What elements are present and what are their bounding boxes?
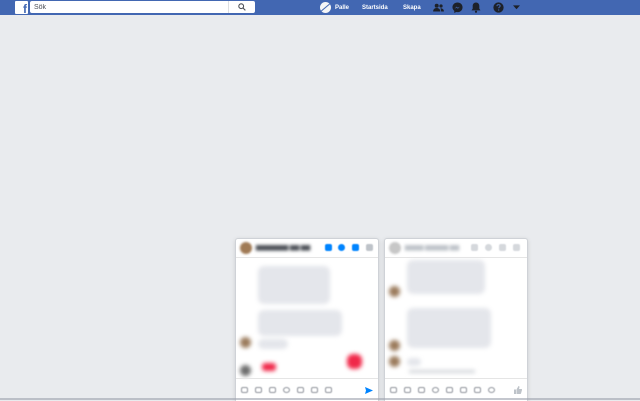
gif-icon[interactable]	[418, 387, 425, 393]
sender-avatar	[389, 286, 400, 297]
attach-icon[interactable]	[460, 387, 467, 393]
like-icon[interactable]	[514, 386, 522, 394]
top-navigation-bar: f Palle Startsida Skapa	[0, 0, 640, 15]
sender-avatar	[389, 356, 400, 367]
video-call-icon[interactable]	[325, 244, 332, 251]
chat-header[interactable]: ▆▆▆▆▆▆▆ ▆▆ ▆▆	[236, 239, 378, 258]
friend-requests-button[interactable]	[433, 2, 444, 13]
create-link[interactable]: Skapa	[403, 0, 421, 15]
account-menu-button[interactable]	[511, 2, 522, 13]
message-bubble	[407, 358, 421, 366]
sticker-icon[interactable]	[255, 387, 262, 393]
close-icon[interactable]	[513, 244, 520, 251]
chat-contact-name: ▆▆▆▆▆▆▆ ▆▆ ▆▆	[256, 245, 311, 251]
settings-icon[interactable]	[352, 244, 359, 251]
video-call-icon[interactable]	[471, 244, 478, 251]
chevron-down-icon	[513, 5, 520, 10]
chat-contact-name: ▆▆▆▆ ▆▆▆▆▆ ▆▆	[405, 245, 460, 251]
seen-indicator	[409, 370, 475, 373]
emoji-icon[interactable]	[283, 387, 290, 393]
message-thread	[236, 258, 378, 376]
messenger-button[interactable]	[452, 2, 463, 13]
heart-reaction	[347, 354, 362, 369]
message-bubble	[258, 310, 342, 336]
search-box	[30, 1, 255, 13]
facebook-logo[interactable]: f	[15, 1, 28, 15]
gif-icon[interactable]	[269, 387, 276, 393]
settings-icon[interactable]	[499, 244, 506, 251]
message-bubble	[258, 266, 330, 304]
send-icon[interactable]	[365, 387, 373, 394]
avatar	[320, 2, 331, 13]
chat-contact-avatar	[389, 242, 401, 254]
voice-call-icon[interactable]	[485, 244, 492, 251]
message-bubble	[258, 339, 288, 349]
create-label: Skapa	[403, 4, 421, 11]
notifications-button[interactable]	[470, 2, 481, 13]
help-button[interactable]	[493, 2, 504, 13]
notifications-icon	[471, 2, 480, 13]
chat-header[interactable]: ▆▆▆▆ ▆▆▆▆▆ ▆▆	[385, 239, 527, 258]
sender-avatar	[240, 365, 251, 376]
sender-avatar	[240, 337, 251, 348]
sticker	[262, 363, 276, 371]
search-button[interactable]	[228, 1, 255, 13]
home-link[interactable]: Startsida	[362, 0, 388, 15]
chat-window[interactable]: ▆▆▆▆ ▆▆▆▆▆ ▆▆	[384, 238, 528, 401]
camera-icon[interactable]	[325, 387, 332, 393]
friend-requests-icon	[433, 3, 444, 12]
emoji-icon[interactable]	[432, 387, 439, 393]
message-bubble	[407, 308, 491, 348]
chat-contact-avatar	[240, 242, 252, 254]
search-icon	[238, 3, 246, 11]
sender-avatar	[389, 340, 400, 351]
photo-icon[interactable]	[241, 387, 248, 393]
home-label: Startsida	[362, 4, 388, 11]
voice-call-icon[interactable]	[338, 244, 345, 251]
game-icon[interactable]	[446, 387, 453, 393]
help-icon	[493, 2, 504, 13]
camera-icon[interactable]	[474, 387, 481, 393]
chat-window[interactable]: ▆▆▆▆▆▆▆ ▆▆ ▆▆	[235, 238, 379, 401]
payment-icon[interactable]	[488, 387, 495, 393]
message-bubble	[407, 260, 485, 294]
profile-link[interactable]: Palle	[320, 0, 349, 15]
attach-icon[interactable]	[311, 387, 318, 393]
game-icon[interactable]	[297, 387, 304, 393]
close-icon[interactable]	[366, 244, 373, 251]
search-input[interactable]	[34, 1, 234, 13]
profile-name: Palle	[335, 4, 350, 11]
message-thread	[385, 258, 527, 376]
messenger-icon	[452, 2, 463, 13]
photo-icon[interactable]	[390, 387, 397, 393]
sticker-icon[interactable]	[404, 387, 411, 393]
